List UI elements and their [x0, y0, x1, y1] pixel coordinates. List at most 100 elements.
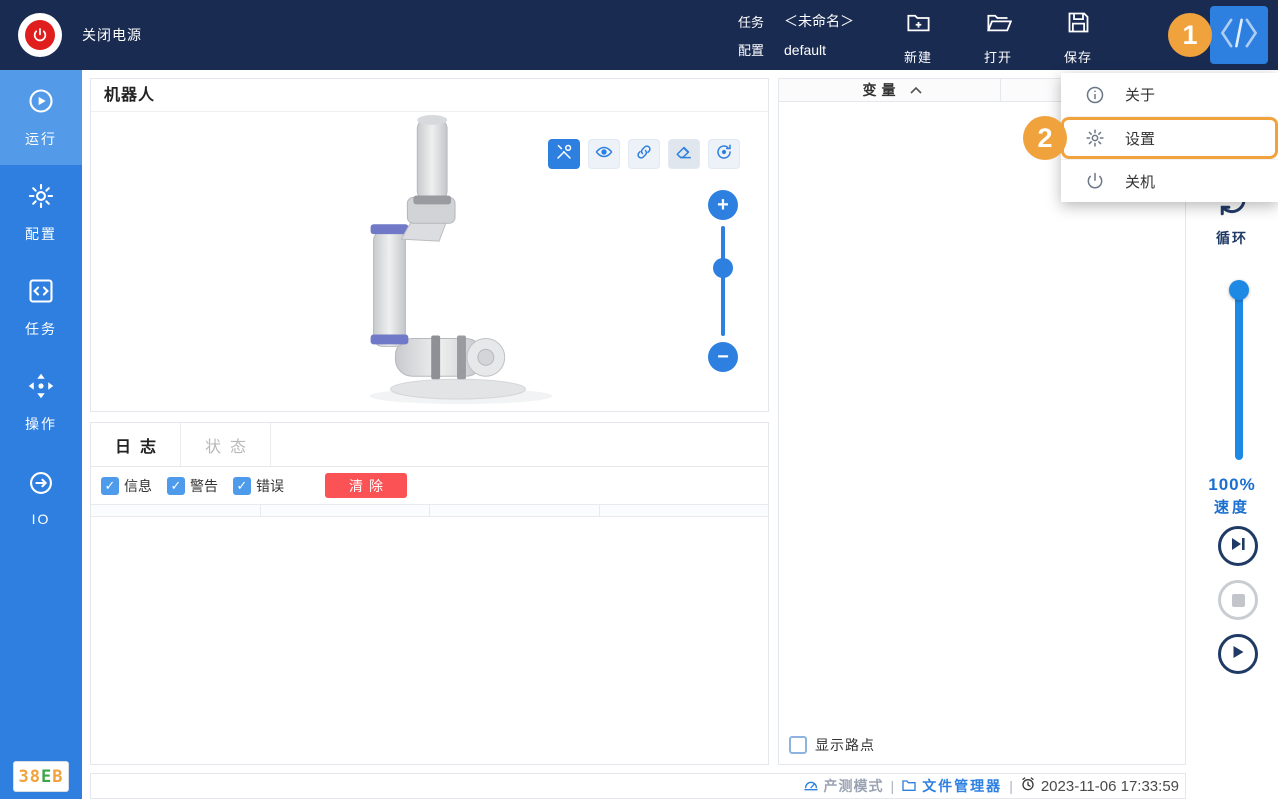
mode-icon — [803, 777, 819, 796]
sidebar-item-config[interactable]: 配置 — [0, 165, 82, 260]
file-manager-label: 文件管理器 — [922, 778, 1003, 794]
topbar: 关闭电源 任务 ＜未命名＞ 配置 default 新建 打开 保存 — [0, 0, 1278, 70]
log-column-header — [91, 505, 261, 516]
tools-button[interactable] — [548, 139, 580, 169]
menu-item-settings[interactable]: 设置 — [1061, 116, 1278, 159]
log-column-header — [430, 505, 600, 516]
link-button[interactable] — [628, 139, 660, 169]
menu-item-about[interactable]: 关于 — [1061, 73, 1278, 116]
error-filter-label: 错误 — [256, 477, 284, 494]
step-forward-button[interactable] — [1218, 526, 1258, 566]
eye-icon — [595, 143, 613, 166]
sidebar-item-label: 配置 — [25, 225, 57, 242]
save-task-label: 保存 — [1063, 50, 1092, 65]
new-task-button[interactable]: 新建 — [896, 9, 940, 66]
sidebar: 运行 配置 任务 操作 IO 38EB — [0, 70, 82, 799]
robot-panel: 机器人 + − — [90, 78, 769, 412]
open-file-icon — [985, 9, 1012, 41]
log-tabs: 日志 状态 — [91, 423, 768, 467]
show-waypoints-row: 显示路点 — [789, 735, 875, 755]
save-task-button[interactable]: 保存 — [1056, 9, 1100, 66]
speed-label: 速度 — [1213, 499, 1250, 516]
collapse-chevron-up-icon[interactable] — [909, 86, 922, 94]
version-badge: 38EB — [13, 761, 69, 792]
power-off-button[interactable]: 关闭电源 — [18, 13, 142, 57]
info-filter-label: 信息 — [124, 477, 152, 494]
new-task-label: 新建 — [903, 50, 932, 65]
sidebar-item-label: IO — [31, 510, 51, 527]
sidebar-item-label: 操作 — [25, 415, 57, 432]
production-mode-button[interactable]: 产测模式 — [803, 776, 884, 796]
robot-viewport[interactable]: + − — [91, 112, 768, 410]
open-task-button[interactable]: 打开 — [976, 9, 1020, 66]
tab-status[interactable]: 状态 — [181, 423, 271, 466]
statusbar: 产测模式 | 文件管理器 | 2023-11-06 17:33:59 — [90, 773, 1186, 799]
stop-button[interactable] — [1218, 580, 1258, 620]
zoom-in-button[interactable]: + — [708, 190, 738, 220]
app-menu-dropdown: 关于 设置 关机 — [1061, 73, 1278, 202]
task-name-value: ＜未命名＞ — [784, 13, 854, 29]
mode-label: 产测模式 — [823, 778, 884, 794]
sidebar-item-run[interactable]: 运行 — [0, 70, 82, 165]
power-off-label: 关闭电源 — [82, 27, 142, 43]
info-icon — [1085, 85, 1105, 105]
config-name-value: default — [784, 41, 827, 58]
viewport-toolbar — [548, 139, 740, 169]
save-icon — [1065, 9, 1092, 41]
log-panel: 日志 状态 信息 警告 错误 清除 — [90, 422, 769, 765]
zoom-slider-track[interactable] — [721, 226, 725, 336]
app-logo-menu-button[interactable] — [1210, 6, 1268, 64]
cycle-label: 循环 — [1216, 230, 1248, 246]
clock-icon — [1020, 776, 1036, 796]
log-table-body — [91, 517, 768, 764]
sidebar-item-label: 运行 — [25, 130, 57, 147]
clear-log-button[interactable]: 清除 — [325, 473, 407, 498]
app-window: 关闭电源 任务 ＜未命名＞ 配置 default 新建 打开 保存 运行 配置 … — [0, 0, 1278, 799]
eraser-button[interactable] — [668, 139, 700, 169]
move-icon — [27, 372, 55, 405]
menu-item-shutdown[interactable]: 关机 — [1061, 159, 1278, 202]
gear-icon — [27, 182, 55, 215]
brand-logo-icon — [1218, 12, 1260, 59]
io-icon — [27, 469, 55, 502]
tools-icon — [555, 143, 573, 166]
warning-filter-checkbox[interactable] — [167, 476, 185, 495]
file-manager-button[interactable]: 文件管理器 — [901, 776, 1002, 796]
robot-panel-title: 机器人 — [91, 79, 768, 112]
speed-percentage: 100% — [1208, 475, 1256, 494]
error-filter-checkbox[interactable] — [233, 476, 251, 495]
sidebar-item-io[interactable]: IO — [0, 450, 82, 545]
log-table-header — [91, 504, 768, 517]
sidebar-item-task[interactable]: 任务 — [0, 260, 82, 355]
play-button[interactable] — [1218, 634, 1258, 674]
info-filter-checkbox[interactable] — [101, 476, 119, 495]
warning-filter-label: 警告 — [190, 477, 218, 494]
zoom-out-button[interactable]: − — [708, 342, 738, 372]
variables-title: 变量 — [862, 82, 901, 98]
timestamp: 2023-11-06 17:33:59 — [1040, 777, 1179, 795]
menu-item-label: 设置 — [1125, 130, 1156, 148]
config-label: 配置 — [738, 43, 765, 58]
menu-item-label: 关于 — [1125, 87, 1156, 104]
zoom-slider-handle[interactable] — [713, 258, 733, 278]
sidebar-item-operate[interactable]: 操作 — [0, 355, 82, 450]
show-waypoints-label: 显示路点 — [815, 737, 875, 753]
log-column-header — [261, 505, 430, 516]
step-forward-icon — [1230, 536, 1246, 557]
speed-slider-track[interactable] — [1235, 282, 1243, 460]
robot-arm-graphic — [369, 114, 553, 405]
menu-item-label: 关机 — [1125, 173, 1156, 191]
speed-slider-handle[interactable] — [1229, 280, 1249, 300]
task-label: 任务 — [738, 14, 765, 30]
show-waypoints-checkbox[interactable] — [789, 736, 807, 754]
task-config-info: 任务 ＜未命名＞ 配置 default — [738, 0, 854, 70]
tab-log[interactable]: 日志 — [91, 423, 181, 466]
visibility-button[interactable] — [588, 139, 620, 169]
link-icon — [635, 143, 653, 166]
annotation-step-1: 1 — [1168, 13, 1212, 57]
rotate-icon — [715, 143, 733, 166]
open-task-label: 打开 — [983, 50, 1012, 65]
variables-header-cell: 变量 — [779, 79, 1001, 101]
rotate-view-button[interactable] — [708, 139, 740, 169]
power-icon — [1085, 171, 1105, 191]
